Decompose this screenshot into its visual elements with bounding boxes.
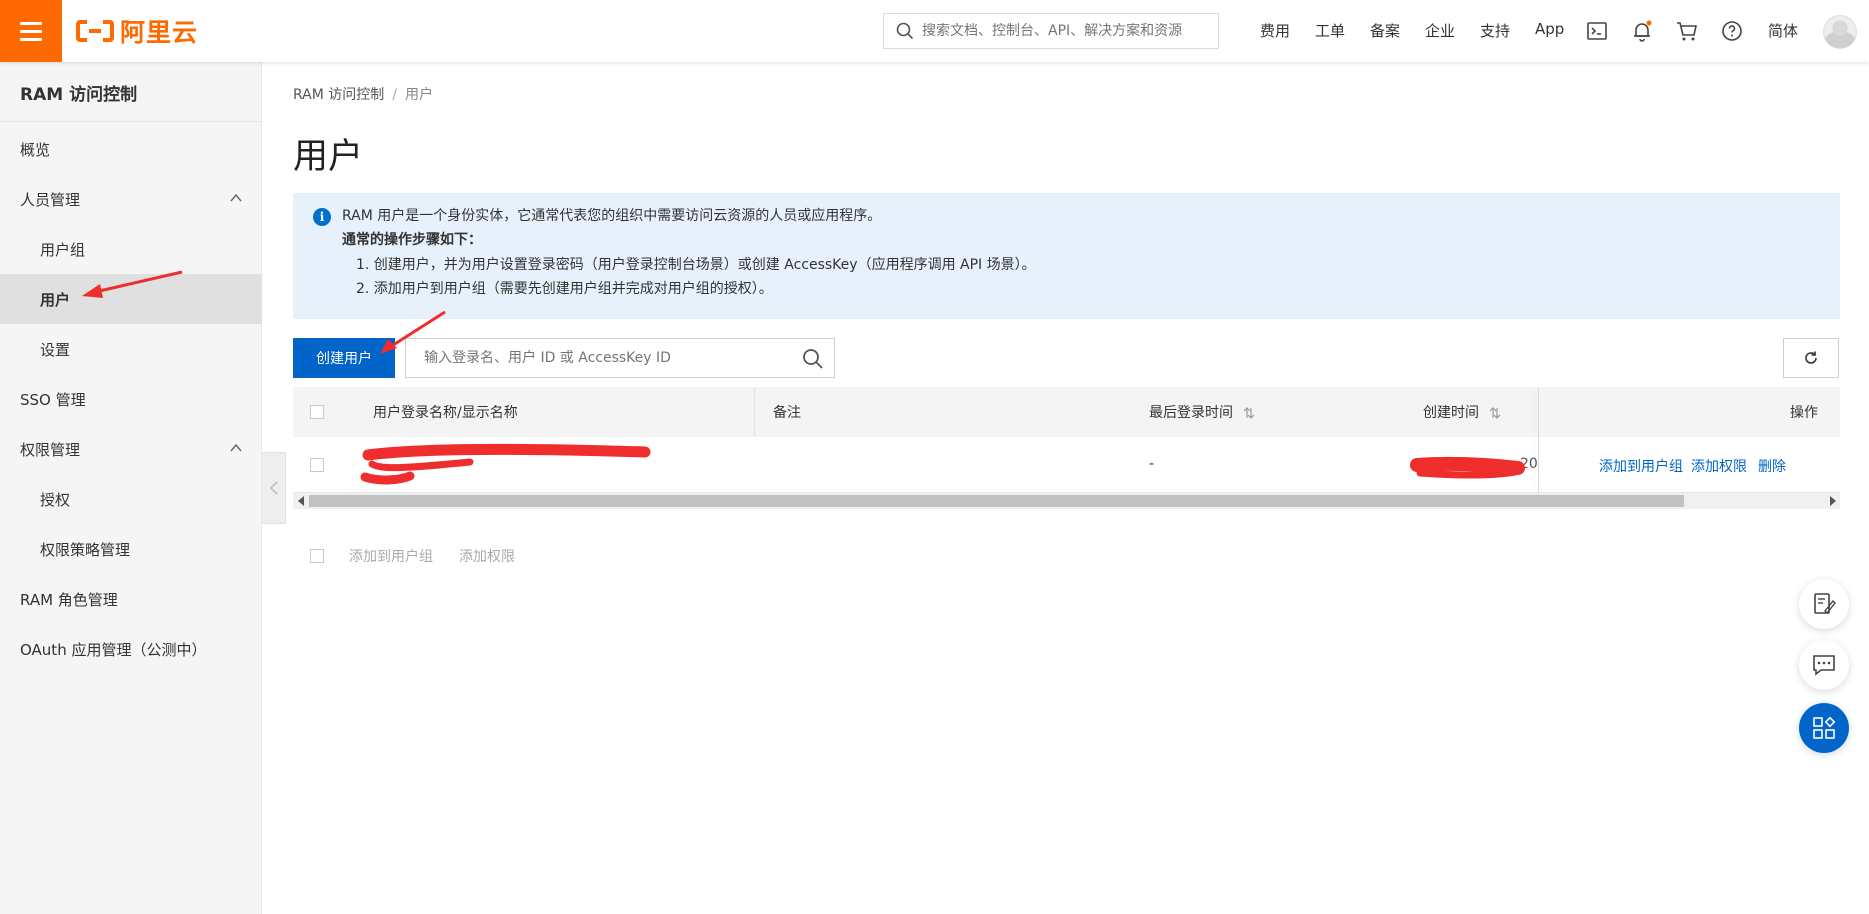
sort-icon[interactable] bbox=[1489, 406, 1501, 420]
sidebar: RAM 访问控制 概览 人员管理 用户组 用户 设置 SSO 管理 权限管理 授… bbox=[0, 62, 262, 914]
refresh-icon bbox=[1805, 351, 1817, 364]
apps-icon bbox=[1813, 716, 1836, 739]
column-header-last-login[interactable]: 最后登录时间 bbox=[1149, 402, 1255, 422]
top-navigation-bar: 阿里云 费用 工单 备案 企业 支持 App 简体 bbox=[0, 0, 1869, 62]
help-icon[interactable] bbox=[1720, 19, 1744, 43]
breadcrumb-root[interactable]: RAM 访问控制 bbox=[293, 87, 384, 103]
sidebar-item-label: 概览 bbox=[20, 140, 51, 159]
sidebar-item-settings[interactable]: 设置 bbox=[0, 324, 262, 374]
sidebar-item-label: 设置 bbox=[40, 340, 71, 359]
row-created-at: 20 bbox=[1520, 456, 1538, 472]
sidebar-item-users[interactable]: 用户 bbox=[0, 274, 262, 324]
page-title: 用户 bbox=[293, 137, 364, 177]
terminal-icon[interactable] bbox=[1585, 19, 1609, 43]
batch-select-checkbox[interactable] bbox=[310, 549, 324, 563]
nav-tickets[interactable]: 工单 bbox=[1315, 20, 1345, 41]
aliyun-logo[interactable]: 阿里云 bbox=[76, 14, 198, 48]
menu-icon[interactable] bbox=[0, 0, 62, 62]
user-search-box[interactable] bbox=[405, 338, 835, 378]
sidebar-item-oauth-apps[interactable]: OAuth 应用管理（公测中） bbox=[0, 624, 262, 674]
sidebar-item-label: 权限策略管理 bbox=[40, 540, 131, 559]
info-heading: 通常的操作步骤如下： bbox=[342, 232, 482, 248]
chat-icon bbox=[1813, 655, 1835, 676]
add-to-group-link[interactable]: 添加到用户组 bbox=[1599, 456, 1683, 476]
sidebar-item-label: 权限管理 bbox=[20, 440, 81, 459]
avatar[interactable] bbox=[1823, 15, 1857, 49]
apps-button[interactable] bbox=[1799, 703, 1849, 753]
sidebar-item-label: 用户组 bbox=[40, 240, 86, 259]
nav-app[interactable]: App bbox=[1535, 20, 1564, 38]
info-step-2: 2. 添加用户到用户组（需要先创建用户组并完成对用户组的授权）。 bbox=[356, 281, 773, 297]
feedback-button[interactable] bbox=[1799, 579, 1849, 629]
chevron-left-icon bbox=[269, 481, 278, 495]
sidebar-divider bbox=[0, 121, 262, 122]
info-step-1: 1. 创建用户，并为用户设置登录密码（用户登录控制台场景）或创建 AccessK… bbox=[356, 257, 1036, 273]
breadcrumb-current: 用户 bbox=[405, 87, 433, 103]
sidebar-item-grants[interactable]: 授权 bbox=[0, 474, 262, 524]
column-header-label: 最后登录时间 bbox=[1149, 405, 1233, 421]
table-header: 用户登录名称/显示名称 备注 最后登录时间 创建时间 操作 bbox=[293, 387, 1840, 437]
column-header-created-at[interactable]: 创建时间 bbox=[1423, 402, 1501, 422]
edit-note-icon bbox=[1814, 593, 1836, 615]
batch-add-to-group[interactable]: 添加到用户组 bbox=[349, 546, 433, 566]
fixed-column-divider bbox=[1538, 387, 1539, 493]
global-search[interactable] bbox=[883, 13, 1219, 49]
bell-icon[interactable] bbox=[1630, 19, 1654, 43]
row-last-login: - bbox=[1149, 456, 1155, 472]
sidebar-item-label: 用户 bbox=[40, 290, 71, 309]
sidebar-item-overview[interactable]: 概览 bbox=[0, 124, 262, 174]
column-header-label: 创建时间 bbox=[1423, 405, 1479, 421]
scroll-right-arrow[interactable] bbox=[1830, 496, 1836, 506]
search-icon bbox=[896, 22, 914, 40]
info-icon: i bbox=[313, 208, 331, 226]
table-row: - 20 添加到用户组 添加权限 删除 bbox=[293, 437, 1840, 493]
language-switch[interactable]: 简体 bbox=[1768, 20, 1798, 41]
select-all-checkbox[interactable] bbox=[310, 405, 324, 419]
sidebar-item-label: OAuth 应用管理（公测中） bbox=[20, 640, 207, 659]
breadcrumb-separator: / bbox=[392, 87, 397, 103]
nav-support[interactable]: 支持 bbox=[1480, 20, 1510, 41]
column-header-actions: 操作 bbox=[1790, 405, 1818, 421]
column-header-login-name: 用户登录名称/显示名称 bbox=[373, 405, 518, 421]
create-user-button[interactable]: 创建用户 bbox=[293, 338, 395, 378]
column-header-remark: 备注 bbox=[773, 405, 801, 421]
chevron-up-icon bbox=[230, 443, 242, 452]
aliyun-logo-icon bbox=[76, 20, 114, 42]
sidebar-item-identities[interactable]: 人员管理 bbox=[0, 174, 262, 224]
sidebar-collapse-handle[interactable] bbox=[262, 452, 286, 524]
user-search-input[interactable] bbox=[424, 350, 794, 366]
breadcrumb: RAM 访问控制 / 用户 bbox=[293, 84, 433, 104]
scroll-left-arrow[interactable] bbox=[298, 496, 304, 506]
column-separator bbox=[754, 387, 755, 437]
nav-enterprise[interactable]: 企业 bbox=[1425, 20, 1455, 41]
global-search-input[interactable] bbox=[922, 23, 1212, 39]
refresh-button[interactable] bbox=[1783, 338, 1839, 378]
chevron-up-icon bbox=[230, 193, 242, 202]
cart-icon[interactable] bbox=[1675, 19, 1699, 43]
search-icon[interactable] bbox=[802, 348, 824, 370]
row-checkbox[interactable] bbox=[310, 458, 324, 472]
info-banner: i RAM 用户是一个身份实体，它通常代表您的组织中需要访问云资源的人员或应用程… bbox=[293, 193, 1840, 319]
sidebar-title: RAM 访问控制 bbox=[20, 85, 138, 105]
add-permission-link[interactable]: 添加权限 bbox=[1691, 456, 1747, 476]
sidebar-item-user-groups[interactable]: 用户组 bbox=[0, 224, 262, 274]
logo-text: 阿里云 bbox=[120, 18, 199, 47]
sidebar-item-permissions[interactable]: 权限管理 bbox=[0, 424, 262, 474]
horizontal-scrollbar[interactable] bbox=[293, 493, 1840, 509]
chat-button[interactable] bbox=[1799, 640, 1849, 690]
batch-add-permission[interactable]: 添加权限 bbox=[459, 546, 515, 566]
delete-link[interactable]: 删除 bbox=[1758, 456, 1786, 476]
sort-icon[interactable] bbox=[1243, 406, 1255, 420]
scrollbar-thumb[interactable] bbox=[309, 495, 1684, 507]
sidebar-item-policies[interactable]: 权限策略管理 bbox=[0, 524, 262, 574]
sidebar-item-label: SSO 管理 bbox=[20, 390, 86, 409]
sidebar-item-label: 人员管理 bbox=[20, 190, 81, 209]
sidebar-item-label: 授权 bbox=[40, 490, 71, 509]
sidebar-item-sso[interactable]: SSO 管理 bbox=[0, 374, 262, 424]
sidebar-item-ram-roles[interactable]: RAM 角色管理 bbox=[0, 574, 262, 624]
sidebar-item-label: RAM 角色管理 bbox=[20, 590, 118, 609]
nav-billing[interactable]: 费用 bbox=[1260, 20, 1290, 41]
info-description: RAM 用户是一个身份实体，它通常代表您的组织中需要访问云资源的人员或应用程序。 bbox=[342, 208, 882, 224]
nav-icp[interactable]: 备案 bbox=[1370, 20, 1400, 41]
